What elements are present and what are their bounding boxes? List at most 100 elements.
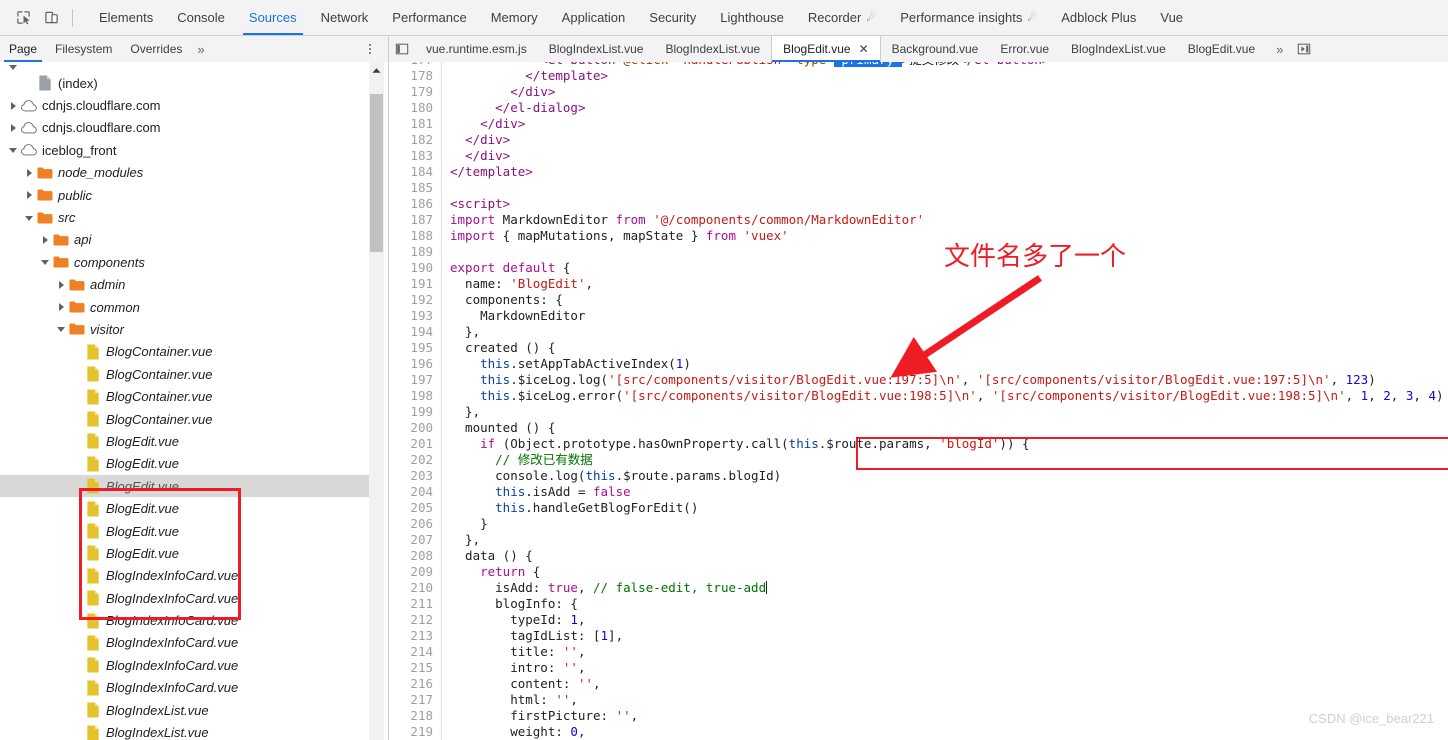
tree-row[interactable]: BlogIndexList.vue <box>0 699 370 721</box>
panel-tab-sources[interactable]: Sources <box>237 0 309 35</box>
chevron-down-icon[interactable] <box>8 144 20 156</box>
code-text[interactable]: </template> <box>442 164 533 180</box>
navigator-tabs-overflow-icon[interactable]: » <box>191 42 210 57</box>
code-text[interactable]: tagIdList: [1], <box>442 628 623 644</box>
line-number[interactable]: 179 <box>390 84 442 100</box>
tree-row[interactable]: cdnjs.cloudflare.com <box>0 94 370 116</box>
editor-tab-3[interactable]: BlogEdit.vue ✕ <box>771 36 881 62</box>
line-number[interactable]: 205 <box>390 500 442 516</box>
chevron-down-icon[interactable] <box>56 323 68 335</box>
code-text[interactable]: html: '', <box>442 692 578 708</box>
show-navigator-icon[interactable] <box>1293 36 1315 62</box>
panel-tab-memory[interactable]: Memory <box>479 0 550 35</box>
tree-row-partial[interactable] <box>0 62 370 72</box>
line-number[interactable]: 215 <box>390 660 442 676</box>
code-text[interactable]: created () { <box>442 340 555 356</box>
tree-row[interactable]: BlogEdit.vue <box>0 430 370 452</box>
line-number[interactable]: 187 <box>390 212 442 228</box>
editor-tab-0[interactable]: vue.runtime.esm.js <box>415 36 538 62</box>
code-text[interactable]: export default { <box>442 260 570 276</box>
line-number[interactable]: 185 <box>390 180 442 196</box>
line-number[interactable]: 194 <box>390 324 442 340</box>
code-text[interactable]: weight: 0, <box>442 724 585 740</box>
code-text[interactable]: </div> <box>442 84 555 100</box>
panel-tab-vue[interactable]: Vue <box>1148 0 1195 35</box>
panel-tab-application[interactable]: Application <box>550 0 638 35</box>
tree-row[interactable]: BlogContainer.vue <box>0 363 370 385</box>
collapse-sidebar-icon[interactable] <box>389 36 415 62</box>
line-number[interactable]: 192 <box>390 292 442 308</box>
line-number[interactable]: 204 <box>390 484 442 500</box>
device-toolbar-icon[interactable] <box>38 5 64 31</box>
code-text[interactable]: this.$iceLog.error('[src/components/visi… <box>442 388 1443 404</box>
chevron-right-icon[interactable] <box>24 167 36 179</box>
panel-tab-elements[interactable]: Elements <box>87 0 165 35</box>
line-number[interactable]: 207 <box>390 532 442 548</box>
code-text[interactable] <box>442 244 450 260</box>
panel-tab-security[interactable]: Security <box>637 0 708 35</box>
tree-row[interactable]: BlogEdit.vue <box>0 520 370 542</box>
code-text[interactable]: </el-dialog> <box>442 100 585 116</box>
chevron-right-icon[interactable] <box>40 234 52 246</box>
line-number[interactable]: 195 <box>390 340 442 356</box>
chevron-right-icon[interactable] <box>8 100 20 112</box>
code-text[interactable]: typeId: 1, <box>442 612 585 628</box>
close-icon[interactable]: ✕ <box>859 43 869 55</box>
navigator-more-options-icon[interactable] <box>362 39 378 59</box>
code-text[interactable]: this.handleGetBlogForEdit() <box>442 500 698 516</box>
tree-row[interactable]: BlogEdit.vue <box>0 475 370 498</box>
tree-row[interactable]: iceblog_front <box>0 139 370 161</box>
line-number[interactable]: 213 <box>390 628 442 644</box>
editor-tab-6[interactable]: BlogIndexList.vue <box>1060 36 1177 62</box>
line-number[interactable]: 209 <box>390 564 442 580</box>
code-text[interactable]: name: 'BlogEdit', <box>442 276 593 292</box>
panel-tab-lighthouse[interactable]: Lighthouse <box>708 0 796 35</box>
scroll-up-arrow-icon[interactable] <box>369 62 384 78</box>
tree-row[interactable]: node_modules <box>0 162 370 184</box>
chevron-right-icon[interactable] <box>24 189 36 201</box>
inspect-element-icon[interactable] <box>10 5 36 31</box>
tree-row[interactable]: BlogContainer.vue <box>0 408 370 430</box>
line-number[interactable]: 206 <box>390 516 442 532</box>
code-text[interactable]: }, <box>442 324 480 340</box>
panel-tab-adblock-plus[interactable]: Adblock Plus <box>1049 0 1148 35</box>
line-number[interactable]: 199 <box>390 404 442 420</box>
tree-row[interactable]: BlogContainer.vue <box>0 341 370 363</box>
code-text[interactable]: this.setAppTabActiveIndex(1) <box>442 356 691 372</box>
code-text[interactable]: this.$iceLog.log('[src/components/visito… <box>442 372 1376 388</box>
line-number[interactable]: 198 <box>390 388 442 404</box>
panel-tab-performance-insights[interactable]: Performance insights ☄ <box>888 0 1049 35</box>
line-number[interactable]: 197 <box>390 372 442 388</box>
file-tree-scrollbar[interactable] <box>369 62 384 740</box>
code-text[interactable] <box>442 180 450 196</box>
line-number[interactable]: 212 <box>390 612 442 628</box>
line-number[interactable]: 216 <box>390 676 442 692</box>
tree-row[interactable]: cdnjs.cloudflare.com <box>0 117 370 139</box>
chevron-right-icon[interactable] <box>8 122 20 134</box>
tree-row[interactable]: src <box>0 206 370 228</box>
line-number[interactable]: 189 <box>390 244 442 260</box>
code-text[interactable]: this.isAdd = false <box>442 484 630 500</box>
tree-row[interactable]: api <box>0 229 370 251</box>
scrollbar-thumb[interactable] <box>370 94 383 252</box>
line-number[interactable]: 191 <box>390 276 442 292</box>
line-number[interactable]: 183 <box>390 148 442 164</box>
line-number[interactable]: 201 <box>390 436 442 452</box>
line-number[interactable]: 181 <box>390 116 442 132</box>
editor-tab-4[interactable]: Background.vue <box>881 36 990 62</box>
line-number[interactable]: 210 <box>390 580 442 596</box>
code-text[interactable]: // 修改已有数据 <box>442 452 593 468</box>
navigator-tab-page[interactable]: Page <box>0 36 46 62</box>
code-text[interactable]: title: '', <box>442 644 585 660</box>
panel-tab-network[interactable]: Network <box>309 0 381 35</box>
line-number[interactable]: 193 <box>390 308 442 324</box>
chevron-down-icon[interactable] <box>8 62 20 72</box>
navigator-tab-overrides[interactable]: Overrides <box>121 36 191 62</box>
tree-row[interactable]: common <box>0 296 370 318</box>
editor-tab-7[interactable]: BlogEdit.vue <box>1177 36 1266 62</box>
line-number[interactable]: 186 <box>390 196 442 212</box>
tree-row[interactable]: visitor <box>0 318 370 340</box>
tree-row[interactable]: BlogIndexList.vue <box>0 721 370 740</box>
code-text[interactable]: console.log(this.$route.params.blogId) <box>442 468 781 484</box>
code-text[interactable]: </template> <box>442 68 608 84</box>
